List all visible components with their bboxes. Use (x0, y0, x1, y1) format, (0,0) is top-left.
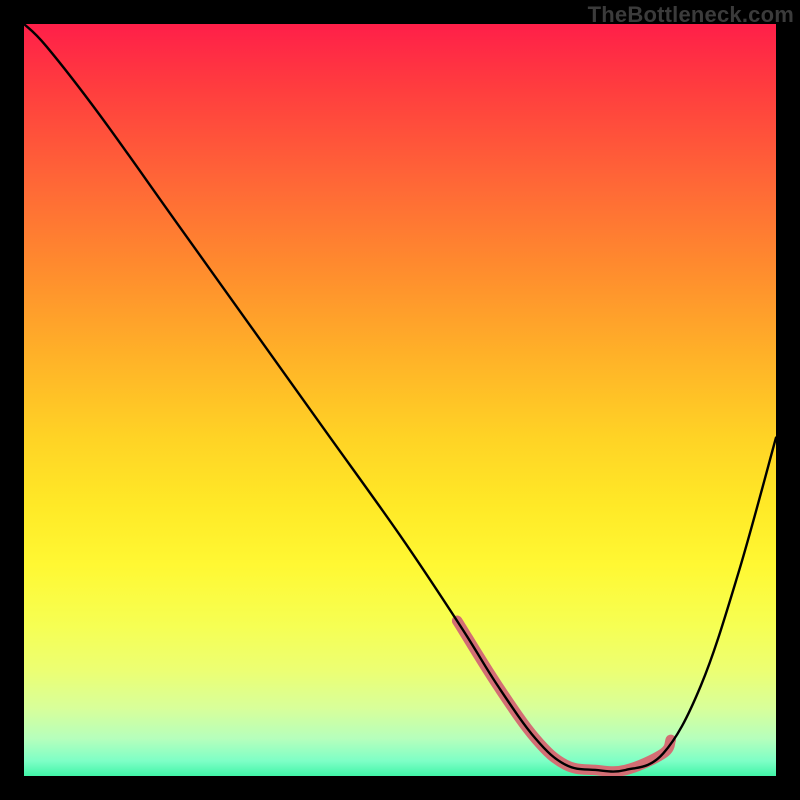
plot-gradient-area (24, 24, 776, 776)
chart-frame: TheBottleneck.com (0, 0, 800, 800)
watermark-text: TheBottleneck.com (588, 2, 794, 28)
